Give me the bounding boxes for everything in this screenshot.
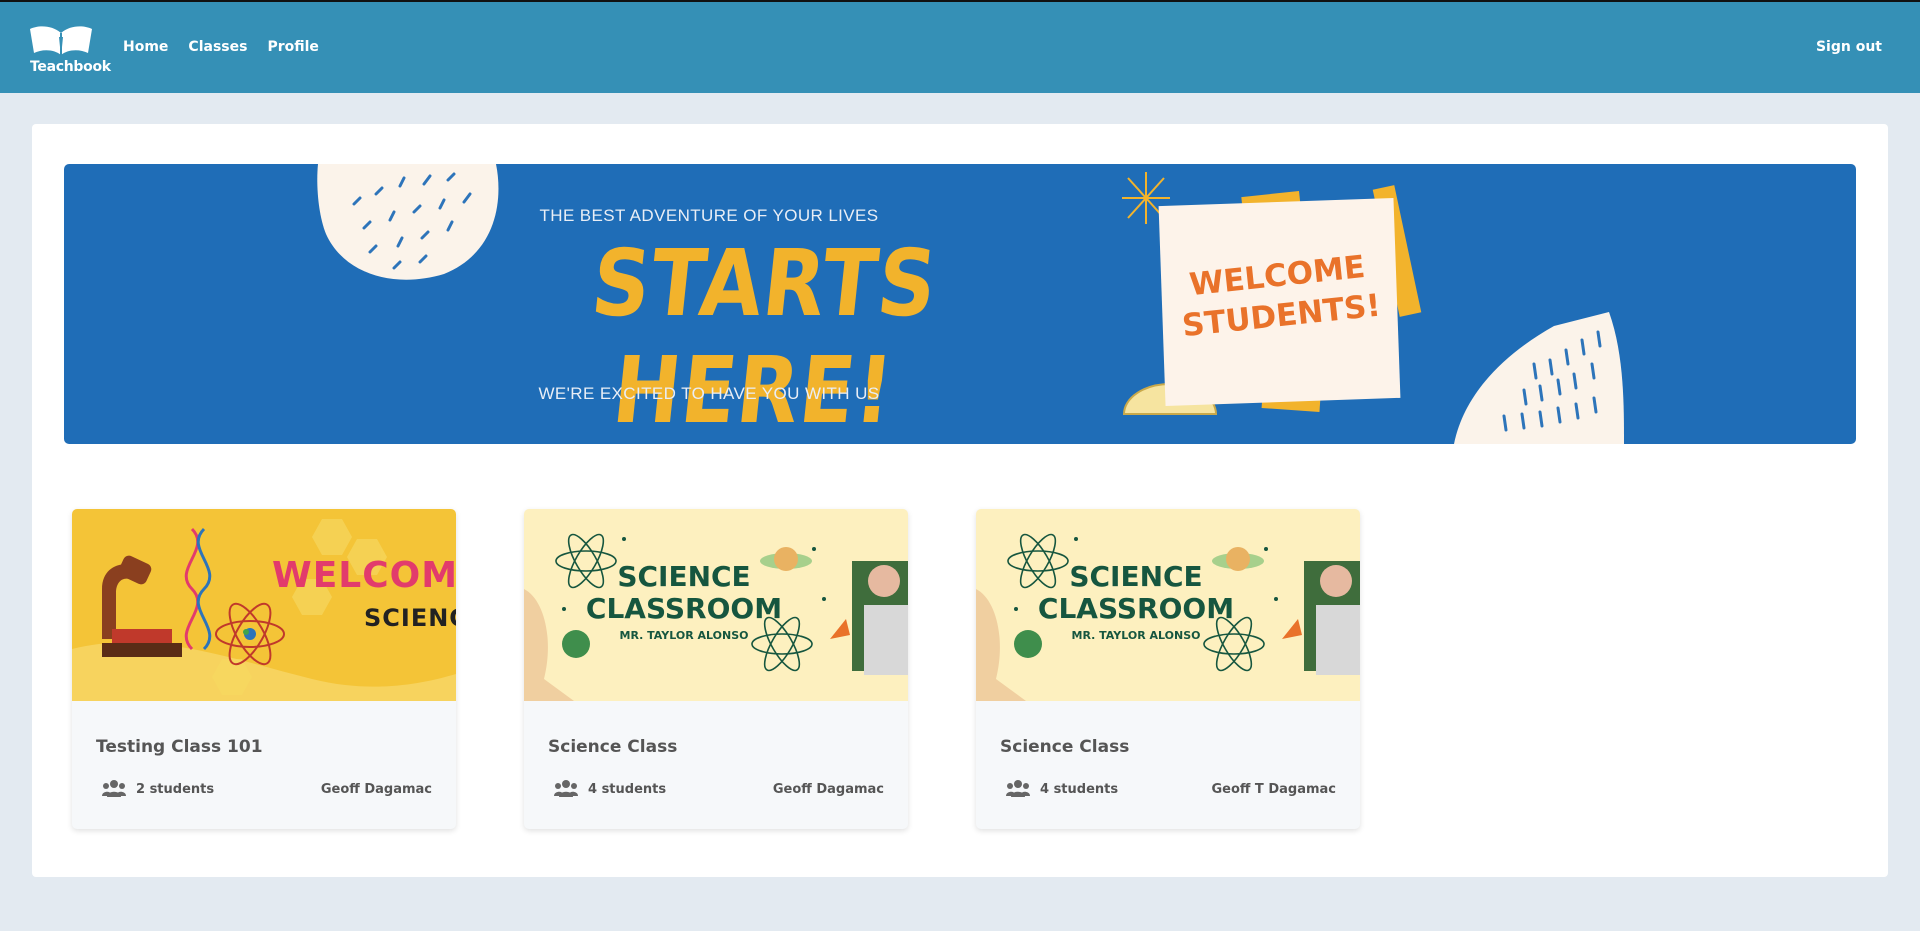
sign-out-link[interactable]: Sign out: [1816, 39, 1882, 55]
class-card[interactable]: WELCOME SCIENC Testing Class 101 2 stude…: [72, 509, 456, 829]
card-image-subtitle: MR. TAYLOR ALONSO: [619, 629, 749, 642]
card-image-title: SCIENCE CLASSROOM: [1036, 561, 1236, 625]
class-card-image: SCIENCE CLASSROOM MR. TAYLOR ALONSO: [524, 509, 908, 701]
card-image-title: SCIENCE CLASSROOM: [584, 561, 784, 625]
welcome-note: WELCOME STUDENTS!: [1158, 197, 1401, 407]
people-icon: [554, 780, 578, 797]
student-count: 4 students: [1040, 782, 1119, 797]
main-panel: THE BEST ADVENTURE OF YOUR LIVES STARTS …: [32, 124, 1888, 877]
banner-headline: STARTS HERE!: [586, 230, 943, 444]
card-image-line1: SCIENCE: [617, 560, 751, 593]
class-title: Testing Class 101: [96, 737, 263, 757]
class-meta: 4 students Geoff Dagamac: [548, 780, 884, 800]
nav-classes-link[interactable]: Classes: [188, 39, 247, 55]
class-card[interactable]: SCIENCE CLASSROOM MR. TAYLOR ALONSO Scie…: [524, 509, 908, 829]
banner-tagline-bottom: WE'RE EXCITED TO HAVE YOU WITH US: [538, 384, 880, 403]
class-title: Science Class: [1000, 737, 1130, 757]
card-image-line2: CLASSROOM: [585, 592, 783, 625]
nav-profile-link[interactable]: Profile: [267, 39, 318, 55]
nav-home-link[interactable]: Home: [123, 39, 168, 55]
student-count: 4 students: [588, 782, 667, 797]
class-title: Science Class: [548, 737, 678, 757]
people-icon: [1006, 780, 1030, 797]
card-image-subtitle: MR. TAYLOR ALONSO: [1071, 629, 1201, 642]
people-icon: [102, 780, 126, 797]
class-meta: 2 students Geoff Dagamac: [96, 780, 432, 800]
card-image-welcome: WELCOME: [272, 555, 456, 596]
top-navbar: Teachbook Home Classes Profile Sign out: [0, 0, 1920, 93]
main-nav: Home Classes Profile: [123, 39, 319, 55]
teacher-name: Geoff T Dagamac: [1211, 782, 1336, 797]
card-image-line1: SCIENCE: [1069, 560, 1203, 593]
class-card[interactable]: SCIENCE CLASSROOM MR. TAYLOR ALONSO Scie…: [976, 509, 1360, 829]
class-card-image: WELCOME SCIENC: [72, 509, 456, 701]
welcome-note-text: WELCOME STUDENTS!: [1158, 244, 1400, 348]
card-image-science: SCIENC: [364, 604, 456, 632]
student-count: 2 students: [136, 782, 215, 797]
class-meta: 4 students Geoff T Dagamac: [1000, 780, 1336, 800]
brand-logo[interactable]: Teachbook: [28, 19, 111, 79]
teacher-name: Geoff Dagamac: [772, 782, 884, 797]
card-image-line2: CLASSROOM: [1037, 592, 1235, 625]
brand-name: Teachbook: [30, 59, 111, 75]
teacher-name: Geoff Dagamac: [320, 782, 432, 797]
welcome-banner: THE BEST ADVENTURE OF YOUR LIVES STARTS …: [64, 164, 1856, 444]
open-book-icon: [30, 26, 92, 55]
class-card-image: SCIENCE CLASSROOM MR. TAYLOR ALONSO: [976, 509, 1360, 701]
